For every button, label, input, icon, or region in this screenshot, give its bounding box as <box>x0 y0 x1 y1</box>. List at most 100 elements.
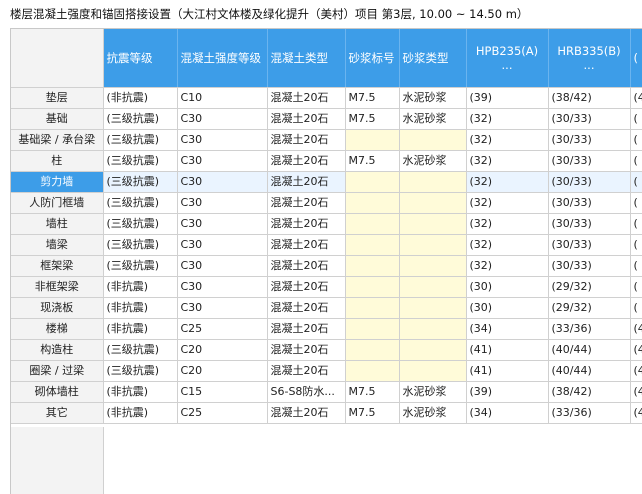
header-concrete-strength[interactable]: 混凝土强度等级 <box>177 29 268 88</box>
table-cell[interactable]: (40/44) <box>548 339 631 361</box>
table-cell[interactable]: ( <box>630 171 642 193</box>
table-cell[interactable]: (非抗震) <box>103 402 178 424</box>
table-row[interactable]: 其它(非抗震)C25混凝土20石M7.5水泥砂浆(34)(33/36)(4 <box>11 402 642 424</box>
table-cell[interactable]: C20 <box>177 339 268 361</box>
table-cell[interactable]: 混凝土20石 <box>267 255 346 277</box>
table-row[interactable]: 楼梯(非抗震)C25混凝土20石 (34)(33/36)(4 <box>11 318 642 340</box>
table-cell[interactable]: 水泥砂浆 <box>399 381 467 403</box>
table-row[interactable]: 圈梁 / 过梁(三级抗震)C20混凝土20石 (41)(40/44)(4 <box>11 360 642 382</box>
table-cell[interactable]: (三级抗震) <box>103 339 178 361</box>
table-cell[interactable]: M7.5 <box>345 108 400 130</box>
header-next-truncated[interactable]: ( <box>630 29 642 88</box>
table-cell[interactable]: (三级抗震) <box>103 213 178 235</box>
header-mortar-grade[interactable]: 砂浆标号 <box>345 29 400 88</box>
table-cell[interactable]: (30/33) <box>548 192 631 214</box>
table-cell[interactable]: ( <box>630 129 642 151</box>
row-header[interactable]: 楼梯 <box>11 318 104 340</box>
table-cell[interactable] <box>399 255 467 277</box>
table-cell[interactable]: (4 <box>630 381 642 403</box>
table-row[interactable]: 墙梁 (三级抗震) C30 混凝土20石 (32) (30/33)( <box>11 234 642 256</box>
table-cell[interactable]: 混凝土20石 <box>267 297 346 319</box>
table-cell[interactable]: C15 <box>177 381 268 403</box>
table-row[interactable]: 基础 (三级抗震) C30 混凝土20石 M7.5 水泥砂浆 (32) (30/33)( <box>11 108 642 130</box>
table-cell[interactable]: 混凝土20石 <box>267 213 346 235</box>
table-cell[interactable]: (30/33) <box>548 108 631 130</box>
table-cell[interactable] <box>345 171 400 193</box>
table-cell[interactable]: C30 <box>177 234 268 256</box>
table-cell[interactable]: (32) <box>466 213 549 235</box>
table-cell[interactable]: ( <box>630 276 642 298</box>
table-cell[interactable]: (非抗震) <box>103 276 178 298</box>
table-cell[interactable]: M7.5 <box>345 87 400 109</box>
row-header[interactable]: 基础梁 / 承台梁 <box>11 129 104 151</box>
table-cell[interactable] <box>399 297 467 319</box>
table-cell[interactable]: (三级抗震) <box>103 150 178 172</box>
table-cell[interactable] <box>345 129 400 151</box>
table-cell[interactable]: 混凝土20石 <box>267 171 346 193</box>
row-header[interactable]: 柱 <box>11 150 104 172</box>
table-cell[interactable] <box>399 360 467 382</box>
table-cell[interactable]: (非抗震) <box>103 381 178 403</box>
row-header[interactable]: 圈梁 / 过梁 <box>11 360 104 382</box>
table-cell[interactable] <box>399 213 467 235</box>
table-row[interactable]: 现浇板 (非抗震) C30 混凝土20石 (30) (29/32)( <box>11 297 642 319</box>
header-seismic-grade[interactable]: 抗震等级 <box>103 29 178 88</box>
table-cell[interactable]: M7.5 <box>345 402 400 424</box>
table-cell[interactable]: (30/33) <box>548 150 631 172</box>
table-cell[interactable] <box>345 297 400 319</box>
table-row[interactable]: 框架梁 (三级抗震) C30 混凝土20石 (32) (30/33)( <box>11 255 642 277</box>
table-cell[interactable]: (三级抗震) <box>103 171 178 193</box>
table-cell[interactable]: C30 <box>177 108 268 130</box>
table-row[interactable]: 非框架梁 (非抗震) C30 混凝土20石 (30) (29/32)( <box>11 276 642 298</box>
table-cell[interactable]: (三级抗震) <box>103 255 178 277</box>
table-cell[interactable]: (30/33) <box>548 171 631 193</box>
table-cell[interactable]: (非抗震) <box>103 297 178 319</box>
table-cell[interactable] <box>399 339 467 361</box>
table-cell[interactable]: (38/42) <box>548 87 631 109</box>
table-cell[interactable]: (三级抗震) <box>103 234 178 256</box>
table-row[interactable]: 人防门框墙 (三级抗震) C30 混凝土20石 (32) (30/33)( <box>11 192 642 214</box>
row-header[interactable]: 砌体墙柱 <box>11 381 104 403</box>
row-header[interactable]: 垫层 <box>11 87 104 109</box>
table-cell[interactable]: (40/44) <box>548 360 631 382</box>
table-cell[interactable] <box>345 192 400 214</box>
table-cell[interactable] <box>399 192 467 214</box>
table-cell[interactable] <box>399 318 467 340</box>
row-header[interactable]: 其它 <box>11 402 104 424</box>
row-header[interactable]: 人防门框墙 <box>11 192 104 214</box>
table-cell[interactable]: M7.5 <box>345 381 400 403</box>
table-cell[interactable]: (32) <box>466 234 549 256</box>
table-cell[interactable]: ( <box>630 108 642 130</box>
table-cell[interactable]: (三级抗震) <box>103 108 178 130</box>
table-cell[interactable]: ( <box>630 255 642 277</box>
table-cell[interactable]: C20 <box>177 360 268 382</box>
table-cell[interactable]: 水泥砂浆 <box>399 402 467 424</box>
table-cell[interactable]: (32) <box>466 150 549 172</box>
table-cell[interactable] <box>345 360 400 382</box>
table-cell[interactable]: (4 <box>630 87 642 109</box>
row-header[interactable]: 基础 <box>11 108 104 130</box>
table-row[interactable]: 垫层(非抗震)C10混凝土20石M7.5水泥砂浆(39)(38/42)(4 <box>11 87 642 109</box>
table-cell[interactable]: (30/33) <box>548 213 631 235</box>
table-cell[interactable]: C25 <box>177 318 268 340</box>
table-cell[interactable]: (32) <box>466 108 549 130</box>
table-cell[interactable]: 水泥砂浆 <box>399 150 467 172</box>
table-cell[interactable]: C30 <box>177 192 268 214</box>
table-row[interactable]: 构造柱(三级抗震)C20混凝土20石 (41)(40/44)(4 <box>11 339 642 361</box>
table-cell[interactable]: (41) <box>466 360 549 382</box>
table-cell[interactable]: (30) <box>466 297 549 319</box>
table-cell[interactable]: (4 <box>630 402 642 424</box>
table-cell[interactable]: C25 <box>177 402 268 424</box>
table-cell[interactable] <box>345 276 400 298</box>
table-cell[interactable]: (三级抗震) <box>103 360 178 382</box>
table-cell[interactable]: (30/33) <box>548 255 631 277</box>
table-cell[interactable]: ( <box>630 297 642 319</box>
table-cell[interactable]: (4 <box>630 339 642 361</box>
table-cell[interactable]: (33/36) <box>548 402 631 424</box>
table-cell[interactable]: (34) <box>466 318 549 340</box>
table-cell[interactable]: C30 <box>177 276 268 298</box>
table-row[interactable]: 墙柱 (三级抗震) C30 混凝土20石 (32) (30/33)( <box>11 213 642 235</box>
table-cell[interactable]: (39) <box>466 87 549 109</box>
table-row[interactable]: 基础梁 / 承台梁 (三级抗震) C30 混凝土20石 (32) (30/33)( <box>11 129 642 151</box>
table-cell[interactable]: C30 <box>177 297 268 319</box>
